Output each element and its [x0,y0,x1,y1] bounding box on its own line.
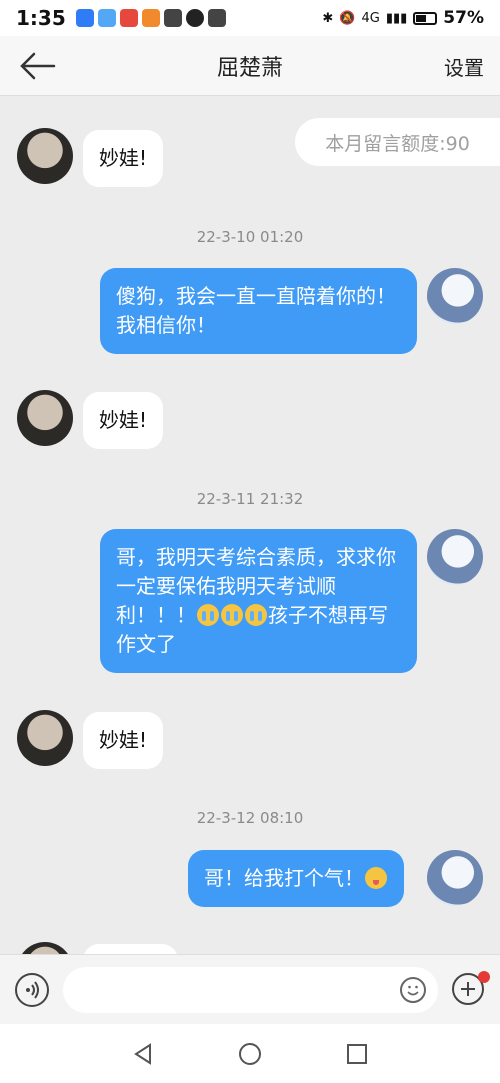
crying-emoji-icon [197,604,219,626]
nfc-icon [207,9,226,27]
battery-icon [413,11,438,25]
yum-emoji-icon [365,867,387,889]
notification-dot [478,971,490,983]
contact-avatar[interactable] [17,942,73,954]
bluetooth-icon: ✱ [322,10,334,26]
translate-notification-icon [163,9,182,27]
back-arrow-icon[interactable] [18,50,58,82]
circle-home-icon [238,1042,261,1065]
timestamp: 22-3-11 21:32 [196,490,304,508]
square-recents-icon [346,1043,367,1064]
triangle-back-icon [134,1042,152,1065]
signal-icon: ▮▮▮ [385,10,408,26]
battery-percent: 57% [443,8,484,28]
contact-name: 屈楚萧 [216,55,283,81]
user-avatar[interactable] [427,850,483,906]
voice-button[interactable] [15,973,49,1007]
app-notification-icon [75,9,94,27]
quota-badge: 本月留言额度:90 [295,118,500,166]
system-nav-bar [0,1024,500,1083]
mute-icon: 🔕 [339,10,356,26]
outgoing-message[interactable]: 哥，我明天考综合素质，求求你一定要保佑我明天考试顺利！！！ 孩子不想再写作文了 [100,529,417,673]
message-text: 哥！给我打个气！ [204,866,364,890]
incoming-message[interactable]: 妙娃! [83,392,164,449]
user-avatar[interactable] [427,529,483,585]
timestamp: 22-3-10 01:20 [196,228,304,246]
nav-recents-button[interactable] [337,1034,377,1074]
status-bar: 1:35 ✱ 🔕 4G ▮▮▮ 57% [0,0,500,36]
chat-header: 屈楚萧 设置 [0,36,500,96]
status-time: 1:35 [16,6,66,30]
emoji-icon [407,985,419,996]
emoji-button[interactable] [400,977,426,1003]
outgoing-message[interactable]: 哥！给我打个气！ [188,850,404,907]
crying-emoji-icon [245,604,267,626]
message-input[interactable] [63,967,438,1013]
contact-avatar[interactable] [17,390,73,446]
incoming-message[interactable] [83,944,178,954]
notification-icons [75,9,226,27]
input-bar [0,954,500,1024]
contact-avatar[interactable] [17,710,73,766]
video-notification-icon [141,9,160,27]
eye-notification-icon [185,9,204,27]
nav-back-button[interactable] [123,1034,163,1074]
weibo-notification-icon [119,9,138,27]
signal-label: 4G [361,10,380,26]
outgoing-message[interactable]: 傻狗，我会一直一直陪着你的！我相信你！ [100,268,417,354]
status-right: ✱ 🔕 4G ▮▮▮ 57% [322,8,484,28]
chat-list[interactable]: 本月留言额度:90 妙娃! 22-3-10 01:20 傻狗，我会一直一直陪着你… [0,96,500,954]
incoming-message[interactable]: 妙娃! [83,130,164,187]
timestamp: 22-3-12 08:10 [196,809,304,827]
incoming-message[interactable]: 妙娃! [83,712,164,769]
cloud-notification-icon [97,9,116,27]
settings-button[interactable]: 设置 [444,52,484,81]
user-avatar[interactable] [427,268,483,324]
nav-home-button[interactable] [230,1034,270,1074]
crying-emoji-icon [221,604,243,626]
voice-icon [26,981,39,999]
contact-avatar[interactable] [17,128,73,184]
